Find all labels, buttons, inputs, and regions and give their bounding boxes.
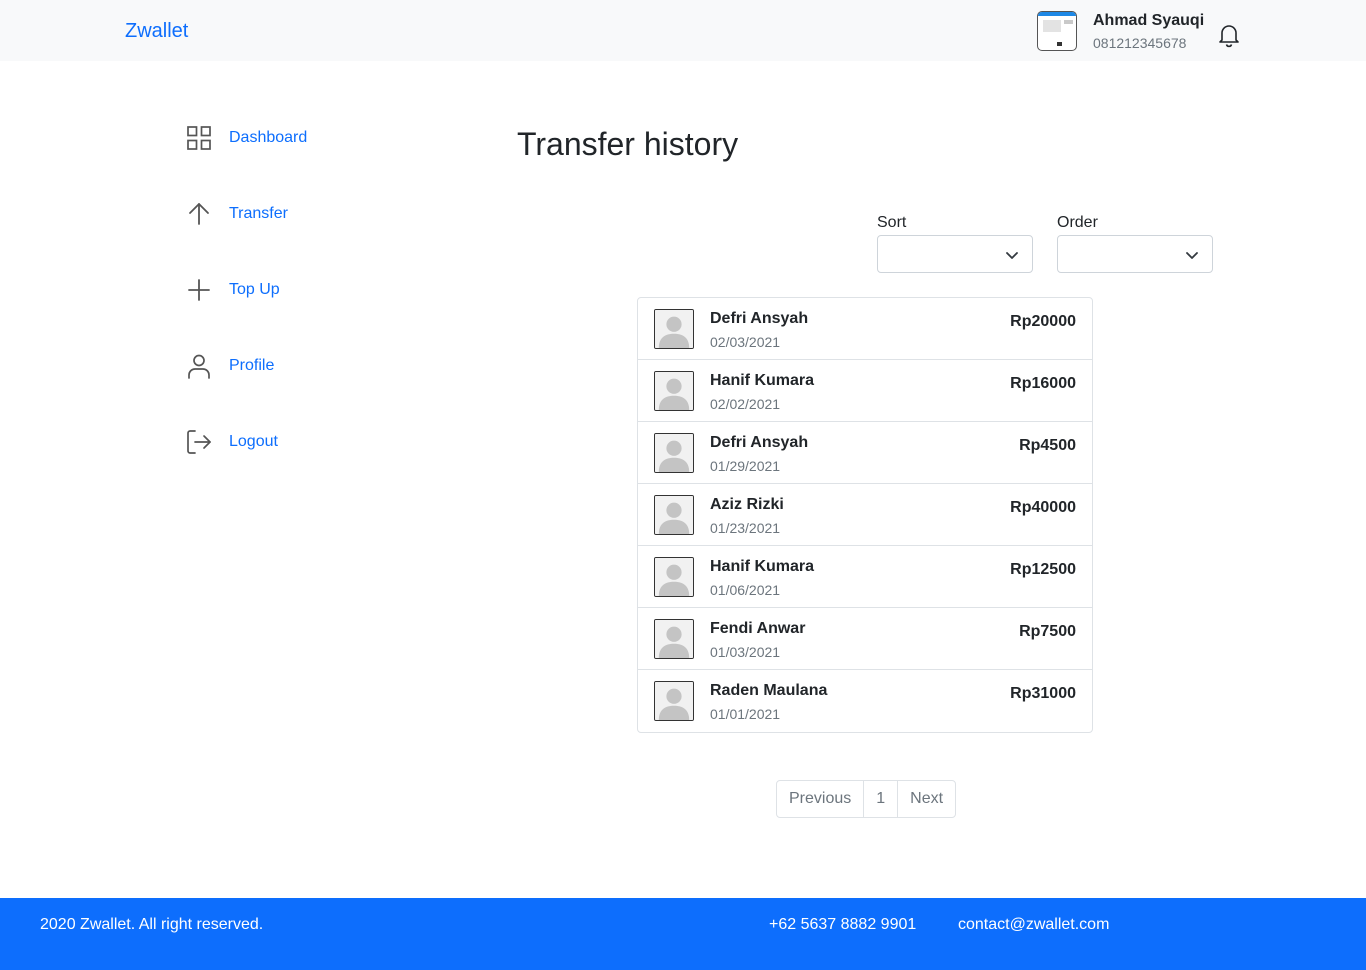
plus-icon bbox=[188, 279, 210, 301]
transaction-amount: Rp16000 bbox=[1010, 375, 1076, 392]
transaction-name: Fendi Anwar bbox=[710, 620, 806, 637]
sort-label: Sort bbox=[877, 214, 907, 231]
transaction-amount: Rp20000 bbox=[1010, 313, 1076, 330]
transfer-history-list: Defri Ansyah 02/03/2021 Rp20000 Hanif Kumar… bbox=[637, 297, 1093, 733]
transaction-date: 01/03/2021 bbox=[710, 644, 781, 660]
navbar: Zwallet Ahmad Syauqi 081212345678 bbox=[0, 0, 1366, 61]
pagination-next[interactable]: Next bbox=[897, 780, 957, 818]
avatar bbox=[654, 371, 694, 411]
transaction-date: 02/02/2021 bbox=[710, 396, 781, 412]
order-label: Order bbox=[1057, 214, 1098, 231]
table-row[interactable]: Hanif Kumara 01/06/2021 Rp12500 bbox=[638, 546, 1092, 608]
grid-icon bbox=[187, 126, 211, 150]
avatar bbox=[654, 433, 694, 473]
transaction-date: 01/01/2021 bbox=[710, 706, 781, 722]
transaction-amount: Rp40000 bbox=[1010, 499, 1076, 516]
pagination-page-1[interactable]: 1 bbox=[863, 780, 899, 818]
transaction-amount: Rp4500 bbox=[1019, 437, 1076, 454]
sidebar-item-dashboard[interactable]: Dashboard bbox=[186, 125, 307, 151]
table-row[interactable]: Hanif Kumara 02/02/2021 Rp16000 bbox=[638, 360, 1092, 422]
avatar bbox=[654, 309, 694, 349]
transaction-amount: Rp12500 bbox=[1010, 561, 1076, 578]
transaction-name: Hanif Kumara bbox=[710, 372, 815, 389]
chevron-down-icon bbox=[1006, 252, 1018, 259]
transaction-name: Hanif Kumara bbox=[710, 558, 815, 575]
transaction-amount: Rp31000 bbox=[1010, 685, 1076, 702]
sidebar-item-label: Dashboard bbox=[229, 129, 308, 146]
table-row[interactable]: Defri Ansyah 01/29/2021 Rp4500 bbox=[638, 422, 1092, 484]
sidebar-item-transfer[interactable]: Transfer bbox=[186, 201, 288, 227]
user-icon bbox=[188, 354, 210, 379]
sidebar-item-top-up[interactable]: Top Up bbox=[186, 277, 280, 303]
pagination-previous[interactable]: Previous bbox=[776, 780, 865, 818]
transaction-name: Raden Maulana bbox=[710, 682, 828, 699]
transaction-date: 01/06/2021 bbox=[710, 582, 781, 598]
transaction-name: Aziz Rizki bbox=[710, 496, 784, 513]
footer-email: contact@zwallet.com bbox=[958, 916, 1110, 933]
table-row[interactable]: Fendi Anwar 01/03/2021 Rp7500 bbox=[638, 608, 1092, 670]
brand-logo-link[interactable]: Zwallet bbox=[125, 20, 188, 43]
transaction-name: Defri Ansyah bbox=[710, 310, 809, 327]
sidebar-item-label: Top Up bbox=[229, 281, 280, 298]
transaction-amount: Rp7500 bbox=[1019, 623, 1076, 640]
footer-phone: +62 5637 8882 9901 bbox=[769, 916, 917, 933]
transaction-date: 02/03/2021 bbox=[710, 334, 781, 350]
user-name: Ahmad Syauqi bbox=[1093, 12, 1205, 29]
user-avatar[interactable] bbox=[1037, 11, 1077, 51]
logout-icon bbox=[187, 430, 211, 454]
transaction-name: Defri Ansyah bbox=[710, 434, 809, 451]
avatar bbox=[654, 681, 694, 721]
table-row[interactable]: Aziz Rizki 01/23/2021 Rp40000 bbox=[638, 484, 1092, 546]
sidebar-item-logout[interactable]: Logout bbox=[186, 429, 278, 455]
avatar bbox=[654, 495, 694, 535]
sidebar-item-label: Logout bbox=[229, 433, 278, 450]
sort-select[interactable] bbox=[877, 235, 1033, 273]
arrow-up-icon bbox=[189, 203, 209, 225]
footer: 2020 Zwallet. All right reserved. +62 56… bbox=[0, 898, 1366, 970]
avatar bbox=[654, 619, 694, 659]
page-title: Transfer history bbox=[517, 126, 739, 162]
transaction-date: 01/29/2021 bbox=[710, 458, 781, 474]
pagination: Previous 1 Next bbox=[776, 780, 957, 818]
avatar bbox=[654, 557, 694, 597]
sidebar-item-profile[interactable]: Profile bbox=[186, 353, 274, 379]
chevron-down-icon bbox=[1186, 252, 1198, 259]
table-row[interactable]: Raden Maulana 01/01/2021 Rp31000 bbox=[638, 670, 1092, 732]
table-row[interactable]: Defri Ansyah 02/03/2021 Rp20000 bbox=[638, 298, 1092, 360]
order-select[interactable] bbox=[1057, 235, 1213, 273]
transaction-date: 01/23/2021 bbox=[710, 520, 781, 536]
bell-icon[interactable] bbox=[1217, 22, 1241, 48]
sidebar-item-label: Profile bbox=[229, 357, 275, 374]
footer-copyright: 2020 Zwallet. All right reserved. bbox=[40, 916, 264, 933]
sidebar-item-label: Transfer bbox=[229, 205, 288, 222]
user-phone: 081212345678 bbox=[1093, 35, 1187, 51]
